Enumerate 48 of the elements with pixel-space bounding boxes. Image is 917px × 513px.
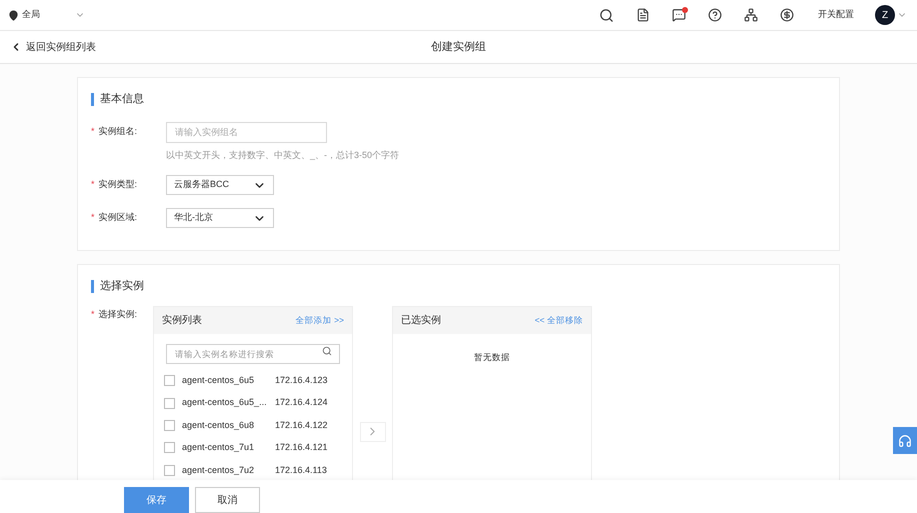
instance-ip: 172.16.4.121 xyxy=(275,441,328,454)
search-icon xyxy=(322,346,332,356)
hint-text: 以中英文开头，支持数字、中英文、_、-，总计3-50个字符 xyxy=(166,148,400,162)
required-mark: * xyxy=(91,124,95,138)
back-link[interactable]: 返回实例组列表 xyxy=(10,40,96,54)
required-mark: * xyxy=(91,178,95,192)
support-button[interactable] xyxy=(893,427,917,454)
region-dropdown[interactable]: 全局 xyxy=(8,8,85,22)
dropdown-select[interactable]: 云服务器BCC xyxy=(166,175,274,195)
document-icon[interactable] xyxy=(636,8,650,22)
section-title: 选择实例 xyxy=(100,278,144,294)
network-icon[interactable] xyxy=(744,8,758,22)
dropdown-select[interactable]: 华北-北京 xyxy=(166,208,274,228)
panel-title: 实例列表 xyxy=(162,314,202,328)
help-icon[interactable] xyxy=(708,8,722,22)
panel-title: 已选实例 xyxy=(401,314,441,328)
location-pin-icon xyxy=(8,10,19,20)
field-label: 实例组名: xyxy=(98,124,138,138)
instance-name: agent-centos_6u5_... xyxy=(182,396,268,410)
section-title: 基本信息 xyxy=(100,92,144,107)
checkbox[interactable] xyxy=(164,375,175,386)
instance-name: agent-centos_7u2 xyxy=(182,464,256,477)
required-mark: * xyxy=(91,211,95,224)
instance-name: agent-centos_7u1 xyxy=(182,441,256,454)
search-field[interactable]: 请输入实例名称进行搜索 xyxy=(166,344,340,364)
headset-icon xyxy=(898,434,912,448)
field-label: 选择实例: xyxy=(98,308,138,320)
required-mark: * xyxy=(91,308,95,320)
checkbox[interactable] xyxy=(164,398,175,409)
text-field[interactable]: 请输入实例组名 xyxy=(166,122,327,142)
instance-name: agent-centos_6u8 xyxy=(182,418,256,432)
instance-ip: 172.16.4.113 xyxy=(275,464,327,476)
avatar[interactable]: Z xyxy=(875,5,895,25)
instance-ip: 172.16.4.124 xyxy=(275,396,328,410)
field-label: 实例区域: xyxy=(98,211,138,224)
checkbox[interactable] xyxy=(164,442,175,454)
config-link[interactable]: 开关配置 xyxy=(818,8,854,22)
search-icon[interactable] xyxy=(599,8,614,22)
cancel-button[interactable]: 取消 xyxy=(195,487,260,513)
instance-ip: 172.16.4.122 xyxy=(275,418,328,432)
instance-name: agent-centos_6u5 xyxy=(182,374,256,387)
instance-ip: 172.16.4.123 xyxy=(275,374,328,387)
message-icon[interactable] xyxy=(672,8,686,22)
checkbox[interactable] xyxy=(164,420,175,431)
checkbox[interactable] xyxy=(164,464,175,476)
page-title: 创建实例组 xyxy=(431,40,486,55)
empty-text: 暂无数据 xyxy=(474,350,510,364)
field-label: 实例类型: xyxy=(98,178,138,192)
